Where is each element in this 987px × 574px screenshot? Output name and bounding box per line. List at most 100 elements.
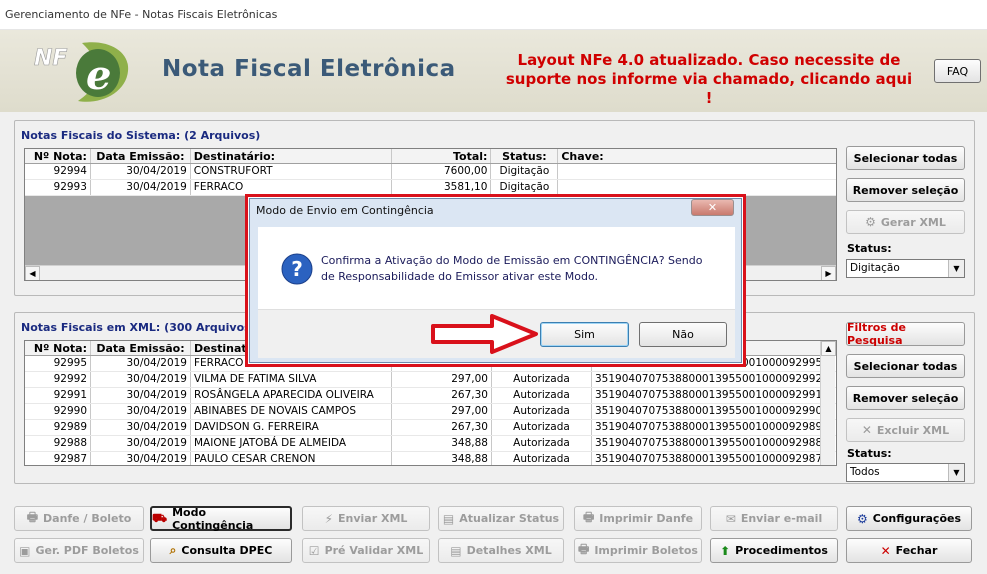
dialog-no-button[interactable]: Não	[639, 322, 727, 347]
table-row[interactable]: 92991 30/04/2019 ROSÂNGELA APARECIDA OLIVE…	[25, 388, 836, 404]
notice-line-1: Layout NFe 4.0 atualizado. Caso necessit…	[517, 51, 901, 69]
cell-destinatario: MAIONE JATOBÁ DE ALMEIDA	[191, 436, 392, 451]
cell-status: Autorizada	[492, 452, 592, 465]
col-numero: Nº Nota:	[25, 341, 91, 355]
dialog-yes-button[interactable]: Sim	[540, 322, 629, 347]
remove-selection-system-button[interactable]: Remover seleção	[846, 178, 965, 202]
dialog-message-line-1: Confirma a Ativação do Modo de Emissão e…	[321, 254, 703, 267]
danfe-label: Danfe / Boleto	[43, 512, 132, 525]
dialog-title: Modo de Envio em Contingência	[256, 204, 434, 217]
search-filters-button[interactable]: Filtros de Pesquisa	[846, 321, 965, 347]
cell-chave: 351904070753880001395500100009298810883	[595, 437, 822, 449]
scroll-left-icon[interactable]: ◀	[25, 266, 40, 280]
system-status-select[interactable]: Digitação ▼	[846, 259, 965, 278]
xml-status-label: Status:	[847, 447, 892, 460]
dpec-query-button[interactable]: ⌕ Consulta DPEC	[150, 538, 292, 563]
xml-status-select[interactable]: Todos ▼	[846, 463, 965, 482]
xml-rows: 9299530/04/2019FERRACO351904070753880001…	[25, 356, 836, 465]
cell-numero: 92990	[25, 404, 91, 419]
lightning-icon: ⚡	[324, 511, 334, 526]
table-row[interactable]: 92992 30/04/2019 VILMA DE FATIMA SILVA 297,…	[25, 372, 836, 388]
arrow-up-icon: ⬆	[720, 543, 731, 558]
cell-total: 348,88	[392, 452, 492, 465]
gear-icon: ⚙	[865, 215, 876, 229]
select-all-xml-button[interactable]: Selecionar todas	[846, 354, 965, 378]
contingency-label: Modo Contingência	[172, 505, 254, 532]
faq-button[interactable]: FAQ	[934, 59, 981, 83]
dialog-message: Confirma a Ativação do Modo de Emissão e…	[321, 253, 703, 285]
system-status-value: Digitação	[850, 262, 900, 274]
svg-text:e: e	[86, 52, 111, 99]
cell-destinatario: VILMA DE FATIMA SILVA	[191, 372, 392, 387]
window-title: Gerenciamento de NFe - Notas Fiscais Ele…	[5, 8, 278, 21]
cell-destinatario: ROSÂNGELA APARECIDA OLIVEIRA	[191, 388, 392, 403]
chevron-down-icon[interactable]: ▼	[948, 260, 964, 277]
printer-icon: 🖶	[26, 510, 39, 524]
cell-total: 3581,10	[392, 180, 492, 195]
table-row[interactable]: 92994 30/04/2019 CONSTRUFORT 7600,00 Dig…	[25, 164, 836, 180]
cell-status: Autorizada	[492, 436, 592, 451]
update-status-button[interactable]: ▤ Atualizar Status	[438, 506, 564, 531]
delete-xml-label: Excluir XML	[876, 423, 950, 437]
col-numero: Nº Nota:	[25, 149, 91, 163]
table-row[interactable]: 92987 30/04/2019 PAULO CESAR CRENON 348,88 A…	[25, 452, 836, 465]
scroll-right-icon[interactable]: ▶	[821, 266, 836, 280]
print-danfe-button[interactable]: 🖶 Imprimir Danfe	[574, 506, 702, 531]
scroll-up-icon[interactable]: ▲	[821, 341, 836, 356]
chevron-down-icon[interactable]: ▼	[948, 464, 964, 481]
xml-details-button[interactable]: ▤ Detalhes XML	[438, 538, 564, 563]
cell-total: 7600,00	[392, 164, 492, 179]
app-title: Nota Fiscal Eletrônica	[162, 56, 456, 82]
send-xml-label: Enviar XML	[338, 512, 408, 525]
cell-numero: 92995	[25, 356, 91, 371]
cell-numero: 92989	[25, 420, 91, 435]
cell-status: Autorizada	[492, 404, 592, 419]
cell-chave: 351904070753880001395500100009298717411	[595, 453, 822, 465]
xml-notes-title: Notas Fiscais em XML: (300 Arquivos)	[21, 321, 256, 334]
send-email-button[interactable]: ✉ Enviar e-mail	[710, 506, 838, 531]
question-icon: ?	[281, 253, 313, 285]
cell-destinatario: FERRACO	[191, 180, 392, 195]
settings-label: Configurações	[872, 512, 962, 525]
pdf-boletos-button[interactable]: ▣ Ger. PDF Boletos	[14, 538, 144, 563]
cell-numero: 92991	[25, 388, 91, 403]
danfe-boleto-button[interactable]: 🖶 Danfe / Boleto	[14, 506, 144, 531]
close-icon: ✕	[707, 201, 718, 214]
generate-xml-button[interactable]: ⚙ Gerar XML	[846, 210, 965, 234]
cell-chave: 351904070753880001395500100009299214553	[595, 373, 822, 385]
dialog-close-button[interactable]: ✕	[691, 199, 734, 216]
grid-header: Nº Nota: Data Emissão: Destinatário: Tot…	[25, 149, 836, 164]
close-button[interactable]: ✕ Fechar	[846, 538, 972, 563]
cell-status: Digitação	[491, 164, 559, 179]
pdf-icon: ▣	[19, 543, 31, 558]
print-boletos-button[interactable]: 🖶 Imprimir Boletos	[574, 538, 702, 563]
select-all-system-button[interactable]: Selecionar todas	[846, 146, 965, 170]
cell-data: 30/04/2019	[91, 164, 191, 179]
dpec-label: Consulta DPEC	[181, 544, 273, 557]
system-status-label: Status:	[847, 242, 892, 255]
generate-xml-label: Gerar XML	[880, 215, 946, 229]
support-notice-link[interactable]: Layout NFe 4.0 atualizado. Caso necessit…	[500, 51, 918, 108]
contingency-mode-button[interactable]: ⛟ Modo Contingência	[150, 505, 292, 532]
pre-validate-xml-button[interactable]: ☑ Pré Validar XML	[302, 538, 430, 563]
notice-line-2: suporte nos informe via chamado, clicand…	[505, 70, 913, 107]
table-row[interactable]: 92988 30/04/2019 MAIONE JATOBÁ DE ALMEIDA 3…	[25, 436, 836, 452]
settings-icon: ⚙	[856, 511, 868, 526]
delete-xml-button[interactable]: ✕ Excluir XML	[846, 418, 965, 442]
print-danfe-label: Imprimir Danfe	[599, 512, 694, 525]
settings-button[interactable]: ⚙ Configurações	[846, 506, 972, 531]
cell-destinatario: PAULO CESAR CRENON	[191, 452, 392, 465]
pre-validate-label: Pré Validar XML	[324, 544, 424, 557]
cell-destinatario: CONSTRUFORT	[191, 164, 392, 179]
cell-numero: 92987	[25, 452, 91, 465]
table-row[interactable]: 92989 30/04/2019 DAVIDSON G. FERREIRA 267,3…	[25, 420, 836, 436]
xml-status-value: Todos	[850, 466, 880, 478]
remove-selection-xml-button[interactable]: Remover seleção	[846, 386, 965, 410]
send-xml-button[interactable]: ⚡ Enviar XML	[302, 506, 430, 531]
vertical-scrollbar[interactable]: ▲	[820, 341, 836, 465]
red-arrow-icon	[431, 314, 538, 354]
cell-chave: 351904070753880001395500100009299018661	[595, 405, 822, 417]
table-row[interactable]: 92990 30/04/2019 ABINABES DE NOVAIS CAMPOS…	[25, 404, 836, 420]
pdf-boletos-label: Ger. PDF Boletos	[35, 544, 139, 557]
procedures-button[interactable]: ⬆ Procedimentos	[710, 538, 838, 563]
